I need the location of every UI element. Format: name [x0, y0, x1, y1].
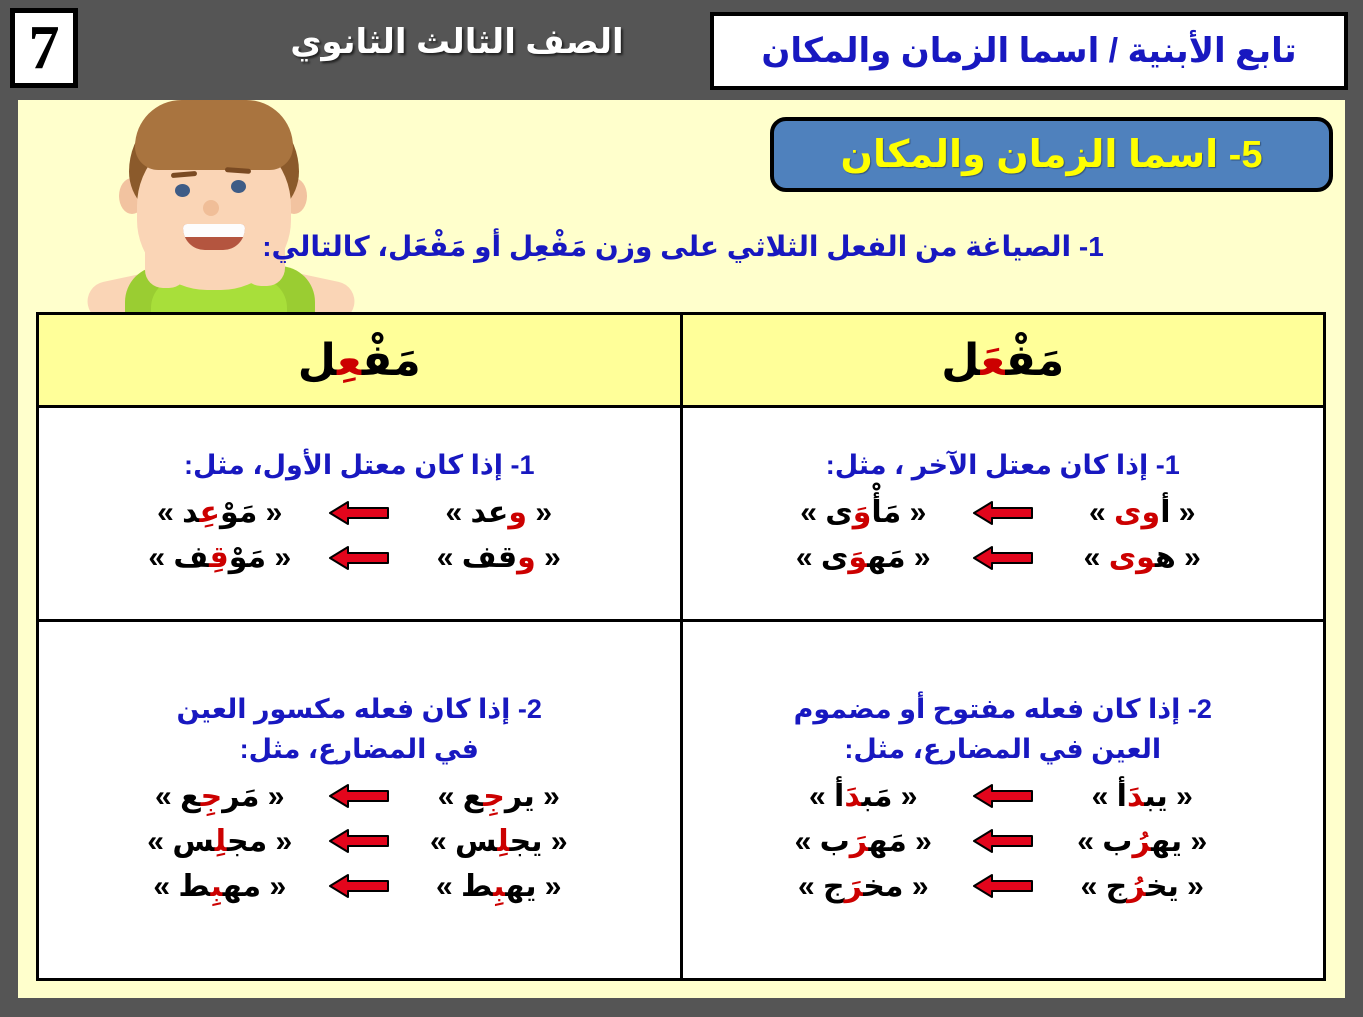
example-source: « يخرُج » — [1080, 869, 1204, 903]
table-row: 2- إذا كان فعله مفتوح أو مضموم العين في … — [36, 619, 1326, 981]
section-banner-label: 5- اسما الزمان والمكان — [840, 134, 1263, 176]
example-row: « يهرُب » « مَهرَب » — [697, 824, 1310, 859]
example-derived: « مَهوَى » — [795, 541, 931, 575]
left-arrow-icon — [972, 500, 1034, 526]
rule-text-line-1: 2- إذا كان فعله مكسور العين — [176, 694, 542, 725]
table-row: 1- إذا كان معتل الآخر ، مثل: « أوى » « م… — [36, 405, 1326, 622]
section-banner: 5- اسما الزمان والمكان — [770, 117, 1333, 192]
left-arrow-icon — [972, 545, 1034, 571]
cell-mafil-rule-1: 1- إذا كان معتل الأول، مثل: « وعد » « مَ… — [36, 405, 683, 622]
rule-text-line-2: في المضارع، مثل: — [239, 733, 479, 764]
example-derived: « مَأْوَى » — [800, 496, 927, 530]
rule-text: 1- إذا كان معتل الآخر ، مثل: — [825, 449, 1180, 480]
example-source: « يبدَأ » — [1091, 779, 1193, 813]
column-header-mafal-text: مَفْعَل — [941, 335, 1065, 385]
cell-mafil-rule-2: 2- إذا كان فعله مكسور العين في المضارع، … — [36, 619, 683, 981]
column-header-mafal: مَفْعَل — [679, 312, 1326, 408]
top-bar: 7 الصف الثالث الثانوي تابع الأبنية / اسم… — [0, 0, 1363, 100]
example-derived: « مَوْعِد » — [157, 496, 283, 530]
example-source: « يهبِط » — [436, 869, 562, 903]
rule-text-line-1: 2- إذا كان فعله مفتوح أو مضموم — [793, 694, 1212, 725]
example-derived: « مَرجِع » — [155, 779, 285, 813]
left-arrow-icon — [972, 873, 1034, 899]
slide: 7 الصف الثالث الثانوي تابع الأبنية / اسم… — [0, 0, 1363, 1017]
example-derived: « مَوْقِف » — [148, 541, 292, 575]
header-title-text: تابع الأبنية / اسما الزمان والمكان — [761, 32, 1297, 70]
slide-canvas: 5- اسما الزمان والمكان 1- الصياغة من الف… — [18, 100, 1345, 998]
left-arrow-icon — [328, 545, 390, 571]
example-row: « يخرُج » « مخرَج » — [697, 869, 1310, 904]
table-header-row: مَفْعَل مَفْعِل — [36, 312, 1326, 408]
formation-rule-subtitle: 1- الصياغة من الفعل الثلاثي على وزن مَفْ… — [262, 231, 1104, 262]
example-source: « هوى » — [1083, 541, 1201, 575]
example-source: « أوى » — [1089, 496, 1196, 530]
header-title-box: تابع الأبنية / اسما الزمان والمكان — [710, 12, 1348, 90]
example-row: « يهبِط » « مهبِط » — [53, 869, 666, 904]
left-arrow-icon — [328, 783, 390, 809]
example-row: « أوى » « مَأْوَى » — [697, 495, 1310, 530]
example-row: « يرجِع » « مَرجِع » — [53, 779, 666, 814]
left-arrow-icon — [328, 500, 390, 526]
left-arrow-icon — [972, 828, 1034, 854]
example-derived: « مجلِس » — [147, 824, 293, 858]
example-source: « يجلِس » — [429, 824, 568, 858]
example-source: « وعد » — [445, 496, 553, 530]
left-arrow-icon — [328, 873, 390, 899]
rule-text: 1- إذا كان معتل الأول، مثل: — [183, 449, 535, 480]
example-derived: « مهبِط » — [153, 869, 287, 903]
example-row: « يبدَأ » « مَبدَأ » — [697, 779, 1310, 814]
left-arrow-icon — [328, 828, 390, 854]
example-derived: « مخرَج » — [797, 869, 929, 903]
column-header-mafil: مَفْعِل — [36, 312, 683, 408]
example-source: « يرجِع » — [437, 779, 560, 813]
page-number-badge: 7 — [10, 8, 78, 88]
example-row: « وقف » « مَوْقِف » — [53, 540, 666, 575]
example-derived: « مَهرَب » — [794, 824, 932, 858]
example-row: « وعد » « مَوْعِد » — [53, 495, 666, 530]
rule-text-line-2: العين في المضارع، مثل: — [844, 733, 1162, 764]
grade-label: الصف الثالث الثانوي — [290, 23, 624, 61]
example-row: « هوى » « مَهوَى » — [697, 540, 1310, 575]
column-header-mafil-text: مَفْعِل — [297, 335, 421, 385]
left-arrow-icon — [972, 783, 1034, 809]
patterns-table: مَفْعَل مَفْعِل 1- إذا كان معتل الآخر ، … — [36, 312, 1326, 981]
example-source: « يهرُب » — [1077, 824, 1208, 858]
cell-mafal-rule-1: 1- إذا كان معتل الآخر ، مثل: « أوى » « م… — [679, 405, 1326, 622]
example-row: « يجلِس » « مجلِس » — [53, 824, 666, 859]
cell-mafal-rule-2: 2- إذا كان فعله مفتوح أو مضموم العين في … — [679, 619, 1326, 981]
smiling-boy-photo — [73, 100, 368, 312]
example-derived: « مَبدَأ » — [809, 779, 918, 813]
example-source: « وقف » — [436, 541, 561, 575]
